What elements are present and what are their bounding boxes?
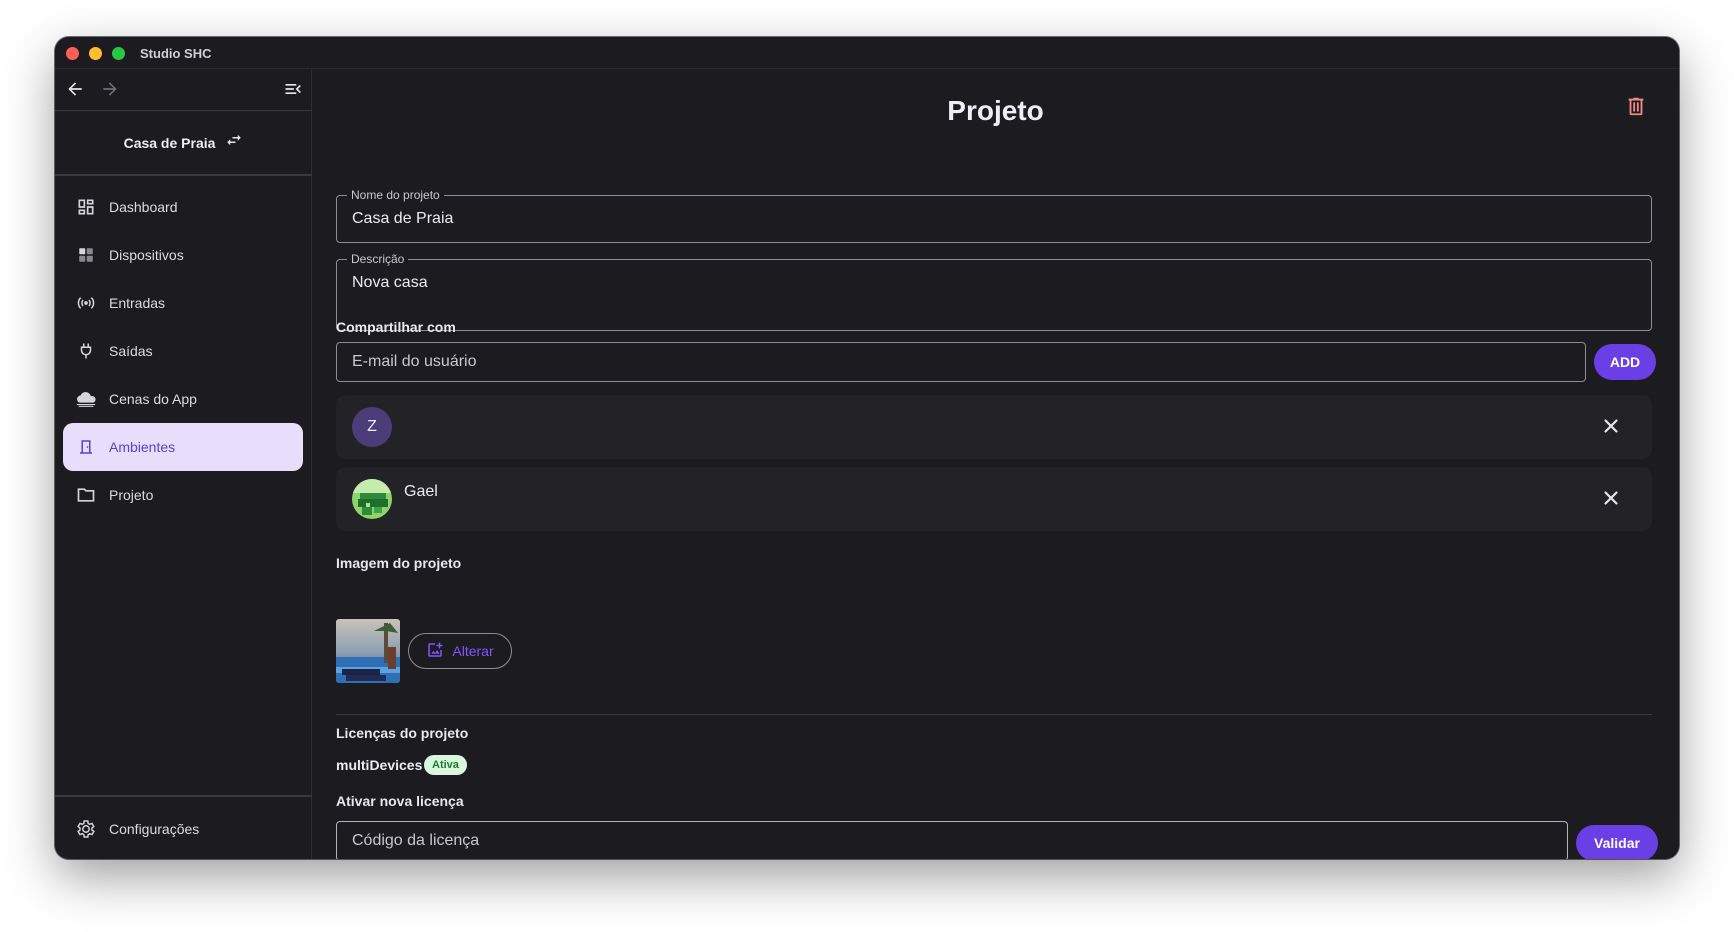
plug-icon bbox=[75, 340, 97, 362]
back-arrow-icon[interactable] bbox=[63, 77, 87, 101]
settings-label: Configurações bbox=[109, 821, 200, 837]
share-section-label: Compartilhar com bbox=[336, 319, 456, 335]
project-switcher[interactable]: Casa de Praia bbox=[55, 111, 312, 176]
licenses-section-label: Licenças do projeto bbox=[336, 725, 469, 741]
dashboard-icon bbox=[75, 196, 97, 218]
sidebar-toolbar bbox=[55, 69, 312, 111]
sidebar-item-projeto[interactable]: Projeto bbox=[63, 471, 303, 519]
sidebar-item-ambientes[interactable]: Ambientes bbox=[63, 423, 303, 471]
main-content: Projeto Nome do projeto Casa de Praia De… bbox=[312, 69, 1679, 859]
change-image-label: Alterar bbox=[452, 643, 494, 659]
sidebar-menu: Dashboard Dispositivos Entradas Saídas C… bbox=[63, 183, 303, 519]
validate-license-button[interactable]: Validar bbox=[1576, 825, 1658, 859]
sidebar-footer: Configurações bbox=[55, 795, 312, 859]
sidebar-item-label: Dispositivos bbox=[109, 247, 184, 263]
status-badge: Ativa bbox=[424, 755, 467, 775]
sidebar-item-label: Cenas do App bbox=[109, 391, 197, 407]
close-icon[interactable] bbox=[1600, 487, 1624, 511]
shared-user-name: Gael bbox=[404, 483, 438, 500]
email-input[interactable] bbox=[336, 342, 1586, 382]
maximize-window-button[interactable] bbox=[112, 47, 125, 60]
current-project-name: Casa de Praia bbox=[123, 134, 216, 151]
minimize-window-button[interactable] bbox=[89, 47, 102, 60]
swap-arrows-icon bbox=[225, 131, 243, 154]
close-icon[interactable] bbox=[1600, 415, 1624, 439]
folder-icon bbox=[75, 484, 97, 506]
app-window: Studio SHC Casa de Praia Dashboard Dispo… bbox=[55, 37, 1679, 859]
close-window-button[interactable] bbox=[66, 47, 79, 60]
project-image bbox=[336, 619, 400, 683]
sidebar-item-label: Entradas bbox=[109, 295, 166, 311]
sidebar-item-dispositivos[interactable]: Dispositivos bbox=[63, 231, 303, 279]
shared-user-row: Z bbox=[336, 395, 1652, 459]
door-icon bbox=[75, 436, 97, 458]
activate-license-label: Ativar nova licença bbox=[336, 793, 464, 809]
avatar: Z bbox=[352, 407, 392, 447]
license-code-input[interactable] bbox=[336, 821, 1568, 859]
devices-icon bbox=[75, 244, 97, 266]
image-section-label: Imagem do projeto bbox=[336, 555, 462, 571]
sidebar-item-label: Dashboard bbox=[109, 199, 178, 215]
project-name-value: Casa de Praia bbox=[352, 210, 454, 227]
change-image-button[interactable]: Alterar bbox=[408, 633, 512, 669]
add-user-button[interactable]: ADD bbox=[1594, 344, 1656, 380]
sidebar-item-saidas[interactable]: Saídas bbox=[63, 327, 303, 375]
gear-icon bbox=[75, 818, 97, 840]
delete-icon[interactable] bbox=[1625, 95, 1651, 121]
section-divider bbox=[336, 714, 1652, 715]
menu-collapse-icon[interactable] bbox=[280, 77, 306, 101]
cloud-icon bbox=[75, 388, 97, 410]
page-title: Projeto bbox=[947, 95, 1044, 126]
sidebar-item-label: Projeto bbox=[109, 487, 154, 503]
sidebar-item-cenas-do-app[interactable]: Cenas do App bbox=[63, 375, 303, 423]
title-bar: Studio SHC bbox=[55, 37, 1679, 69]
license-name: multiDevices bbox=[336, 757, 423, 773]
project-name-field[interactable]: Nome do projeto Casa de Praia bbox=[336, 188, 1652, 243]
description-field[interactable]: Descrição Nova casa bbox=[336, 252, 1652, 331]
sidebar-item-dashboard[interactable]: Dashboard bbox=[63, 183, 303, 231]
add-photo-icon bbox=[426, 641, 444, 662]
sensor-icon bbox=[75, 292, 97, 314]
project-name-label: Nome do projeto bbox=[347, 188, 444, 202]
sidebar-item-label: Ambientes bbox=[109, 439, 176, 455]
shared-user-row: Gael bbox=[336, 467, 1652, 531]
sidebar-item-label: Saídas bbox=[109, 343, 153, 359]
avatar bbox=[352, 479, 392, 519]
sidebar-item-configuracoes[interactable]: Configurações bbox=[63, 805, 303, 853]
sidebar: Casa de Praia Dashboard Dispositivos Ent… bbox=[55, 69, 312, 859]
description-label: Descrição bbox=[347, 252, 409, 266]
sidebar-item-entradas[interactable]: Entradas bbox=[63, 279, 303, 327]
forward-arrow-icon[interactable] bbox=[98, 77, 122, 101]
description-value: Nova casa bbox=[352, 274, 428, 291]
window-title: Studio SHC bbox=[140, 46, 212, 61]
